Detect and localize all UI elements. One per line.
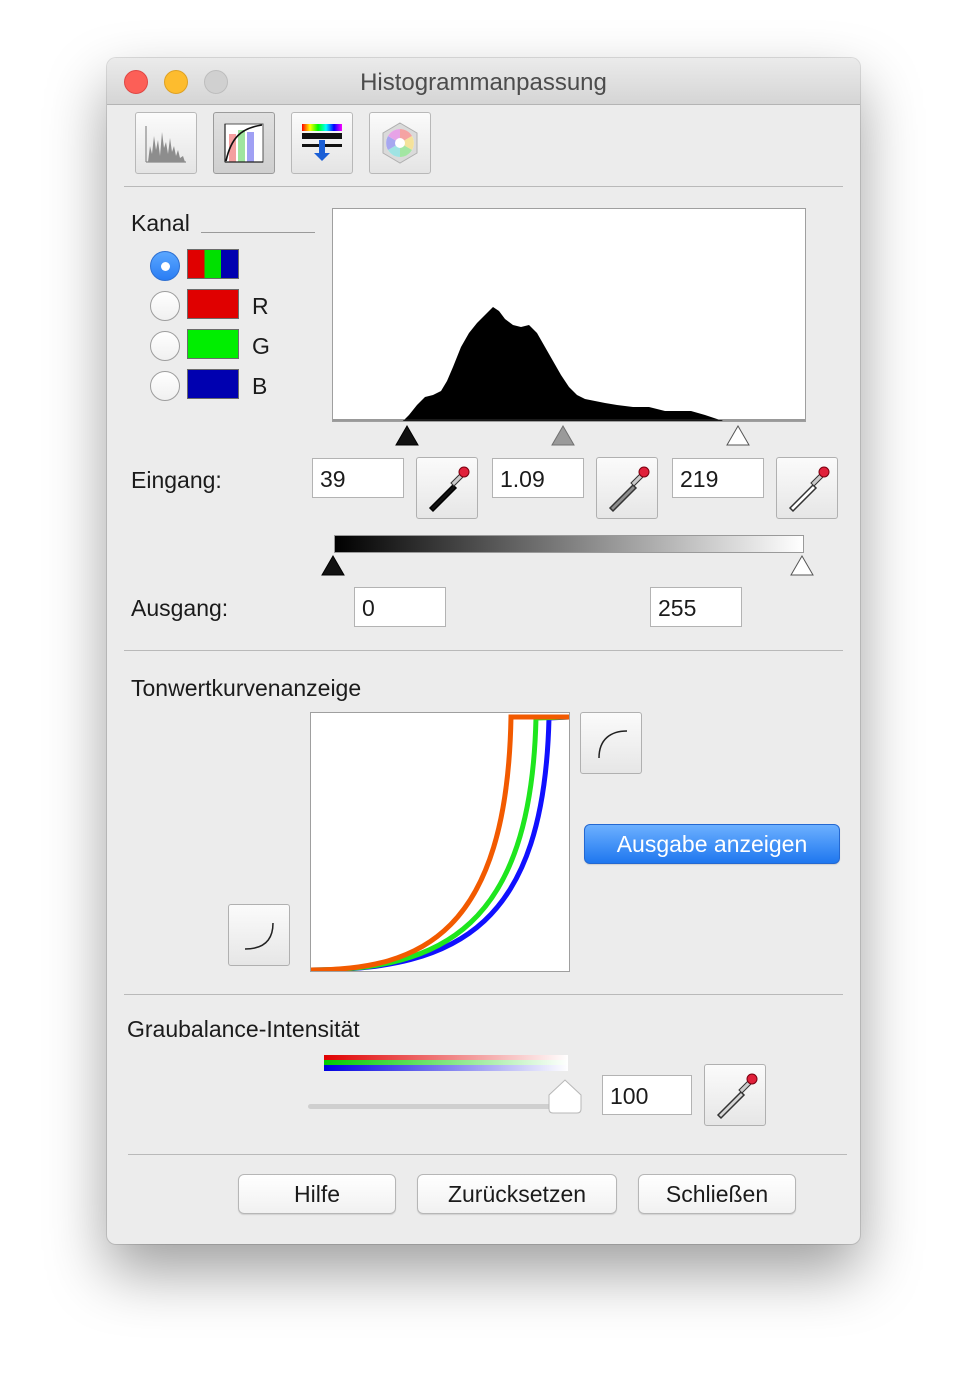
blue-swatch: [187, 369, 239, 399]
color-wheel-tool-button[interactable]: [369, 112, 431, 174]
histogram-panel: [332, 208, 806, 422]
color-balance-tool-button[interactable]: [291, 112, 353, 174]
input-black-field[interactable]: 39: [312, 458, 404, 498]
green-swatch: [187, 329, 239, 359]
rgb-swatch: [187, 249, 239, 279]
channel-g-label: G: [252, 333, 270, 359]
white-point-slider[interactable]: [724, 424, 752, 448]
output-black-slider[interactable]: [319, 554, 347, 578]
tone-curve-tool-button[interactable]: [213, 112, 275, 174]
white-eyedropper-icon: [788, 466, 830, 513]
histogram-adjustment-window: Histogrammanpassung Kanal R G B Eingang:…: [107, 58, 860, 1244]
black-point-slider[interactable]: [393, 424, 421, 448]
eyedropper-icon: [716, 1073, 758, 1120]
channel-radio-r[interactable]: [150, 291, 180, 321]
gamma-slider[interactable]: [549, 424, 577, 448]
gray-balance-label: Graubalance-Intensität: [127, 1016, 360, 1042]
red-swatch: [187, 289, 239, 319]
channel-r-label: R: [252, 293, 269, 319]
convex-curve-icon: [598, 730, 628, 759]
channel-radio-rgb[interactable]: [150, 251, 180, 281]
output-gradient-bar: [334, 535, 804, 553]
output-label: Ausgang:: [131, 595, 229, 621]
gray-eyedropper-icon: [608, 466, 650, 513]
highlight-curve-button[interactable]: [580, 712, 642, 774]
color-wheel-icon: [382, 122, 418, 164]
toolbar-separator: [124, 186, 843, 187]
tone-curve-graph: [311, 714, 569, 971]
concave-curve-icon: [244, 922, 274, 950]
input-white-field[interactable]: 219: [672, 458, 764, 498]
tone-curve-panel: [310, 712, 570, 972]
output-min-field[interactable]: 0: [354, 587, 446, 627]
close-button[interactable]: Schließen: [638, 1174, 796, 1214]
tone-curve-icon: [224, 123, 264, 163]
gray-balance-slider-thumb[interactable]: [547, 1078, 583, 1116]
help-button[interactable]: Hilfe: [238, 1174, 396, 1214]
gray-balance-eyedropper-button[interactable]: [704, 1064, 766, 1126]
channel-radio-b[interactable]: [150, 371, 180, 401]
white-eyedropper-button[interactable]: [776, 457, 838, 519]
gray-balance-track: [308, 1104, 564, 1109]
reset-button[interactable]: Zurücksetzen: [417, 1174, 617, 1214]
histogram-graph: [333, 307, 805, 421]
window-title: Histogrammanpassung: [360, 69, 607, 96]
gray-balance-gradient: [324, 1055, 568, 1071]
gray-balance-value-field[interactable]: 100: [602, 1075, 692, 1115]
output-max-field[interactable]: 255: [650, 587, 742, 627]
gray-eyedropper-button[interactable]: [596, 457, 658, 519]
black-eyedropper-icon: [428, 466, 470, 513]
shadow-curve-button[interactable]: [228, 904, 290, 966]
channel-label-line: [201, 232, 315, 233]
tone-curve-label: Tonwertkurvenanzeige: [131, 675, 362, 701]
input-label: Eingang:: [131, 467, 222, 493]
title-bar[interactable]: Histogrammanpassung: [107, 58, 860, 105]
histogram-icon: [145, 126, 186, 163]
section-separator-2: [124, 994, 843, 995]
channel-b-label: B: [252, 373, 268, 399]
show-output-button[interactable]: Ausgabe anzeigen: [584, 824, 840, 864]
input-gamma-field[interactable]: 1.09: [492, 458, 584, 498]
section-separator-1: [124, 650, 843, 651]
channel-radio-g[interactable]: [150, 331, 180, 361]
black-eyedropper-button[interactable]: [416, 457, 478, 519]
footer-separator: [128, 1154, 847, 1155]
color-balance-icon: [302, 124, 342, 161]
histogram-tool-button[interactable]: [135, 112, 197, 174]
output-white-slider[interactable]: [788, 554, 816, 578]
channel-label: Kanal: [131, 210, 190, 236]
